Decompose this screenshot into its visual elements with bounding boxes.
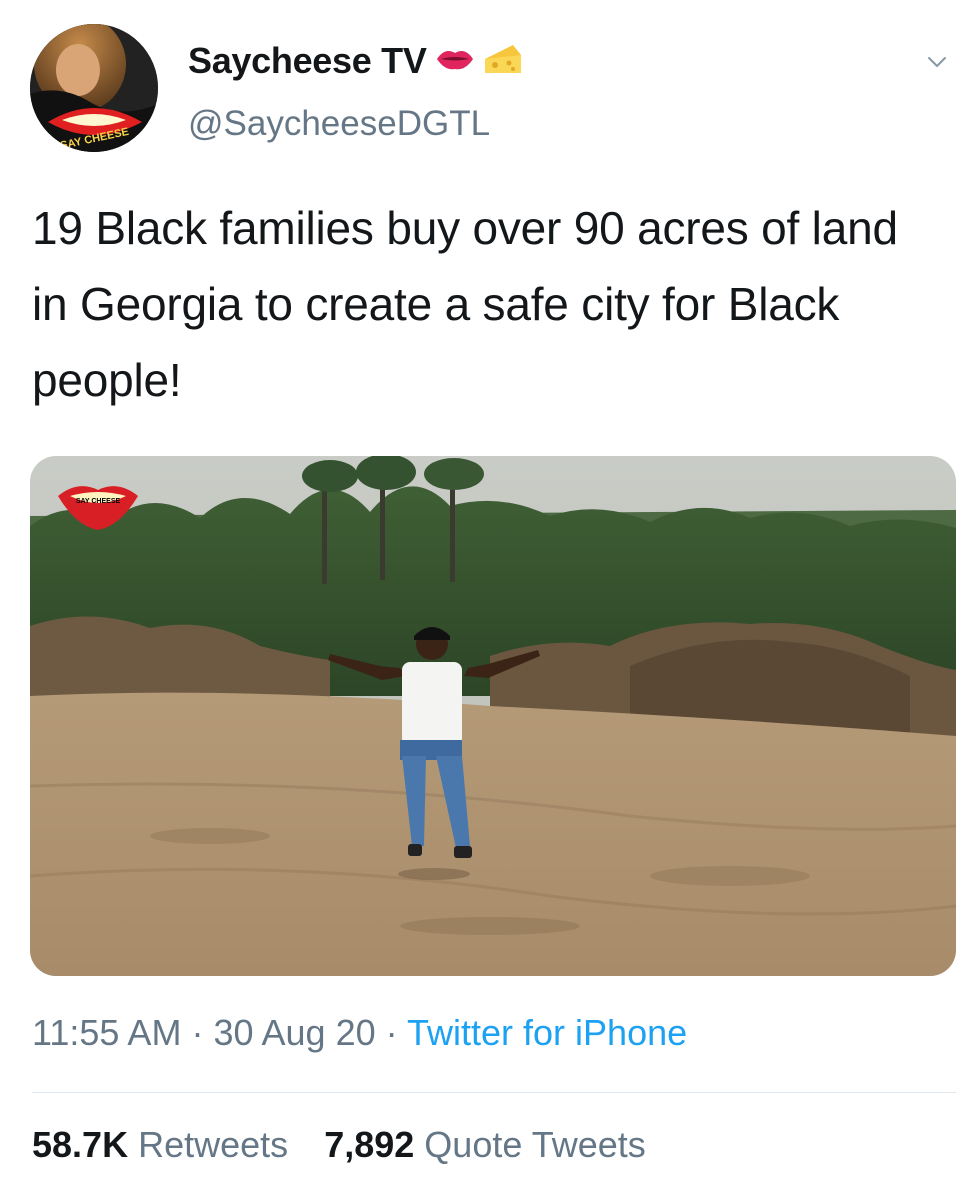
quote-tweets-count: 7,892: [324, 1124, 415, 1165]
meta-separator: ·: [191, 1012, 204, 1053]
retweets-count: 58.7K: [32, 1124, 129, 1165]
tweet: SAY CHEESE Saycheese TV @SaycheeseDGTL 1…: [0, 0, 967, 1191]
handle[interactable]: @SaycheeseDGTL: [188, 104, 490, 144]
retweets-stat[interactable]: 58.7K Retweets: [32, 1124, 288, 1165]
tweet-media-image[interactable]: SAY CHEESE: [30, 456, 956, 976]
tweet-time[interactable]: 11:55 AM: [32, 1012, 181, 1053]
tweet-source-link[interactable]: Twitter for iPhone: [407, 1012, 687, 1053]
meta-separator: ·: [385, 1012, 398, 1053]
quote-tweets-stat[interactable]: 7,892 Quote Tweets: [324, 1124, 646, 1165]
svg-text:SAY CHEESE: SAY CHEESE: [76, 498, 121, 505]
tweet-stats: 58.7K Retweets 7,892 Quote Tweets: [32, 1124, 672, 1166]
divider: [32, 1092, 956, 1093]
cheese-icon: [483, 41, 523, 82]
retweets-label: Retweets: [138, 1124, 289, 1165]
display-name: Saycheese TV: [188, 40, 427, 81]
land-photo: SAY CHEESE: [30, 456, 956, 976]
chevron-down-icon[interactable]: [925, 50, 949, 74]
avatar-image: SAY CHEESE: [30, 24, 158, 152]
quote-tweets-label: Quote Tweets: [424, 1124, 646, 1165]
tweet-date[interactable]: 30 Aug 20: [213, 1012, 375, 1053]
tweet-text: 19 Black families buy over 90 acres of l…: [32, 202, 898, 406]
tweet-meta: 11:55 AM · 30 Aug 20 · Twitter for iPhon…: [32, 1012, 687, 1054]
avatar[interactable]: SAY CHEESE: [30, 24, 158, 152]
display-name-row[interactable]: Saycheese TV: [188, 40, 523, 82]
lips-icon: [435, 45, 475, 78]
